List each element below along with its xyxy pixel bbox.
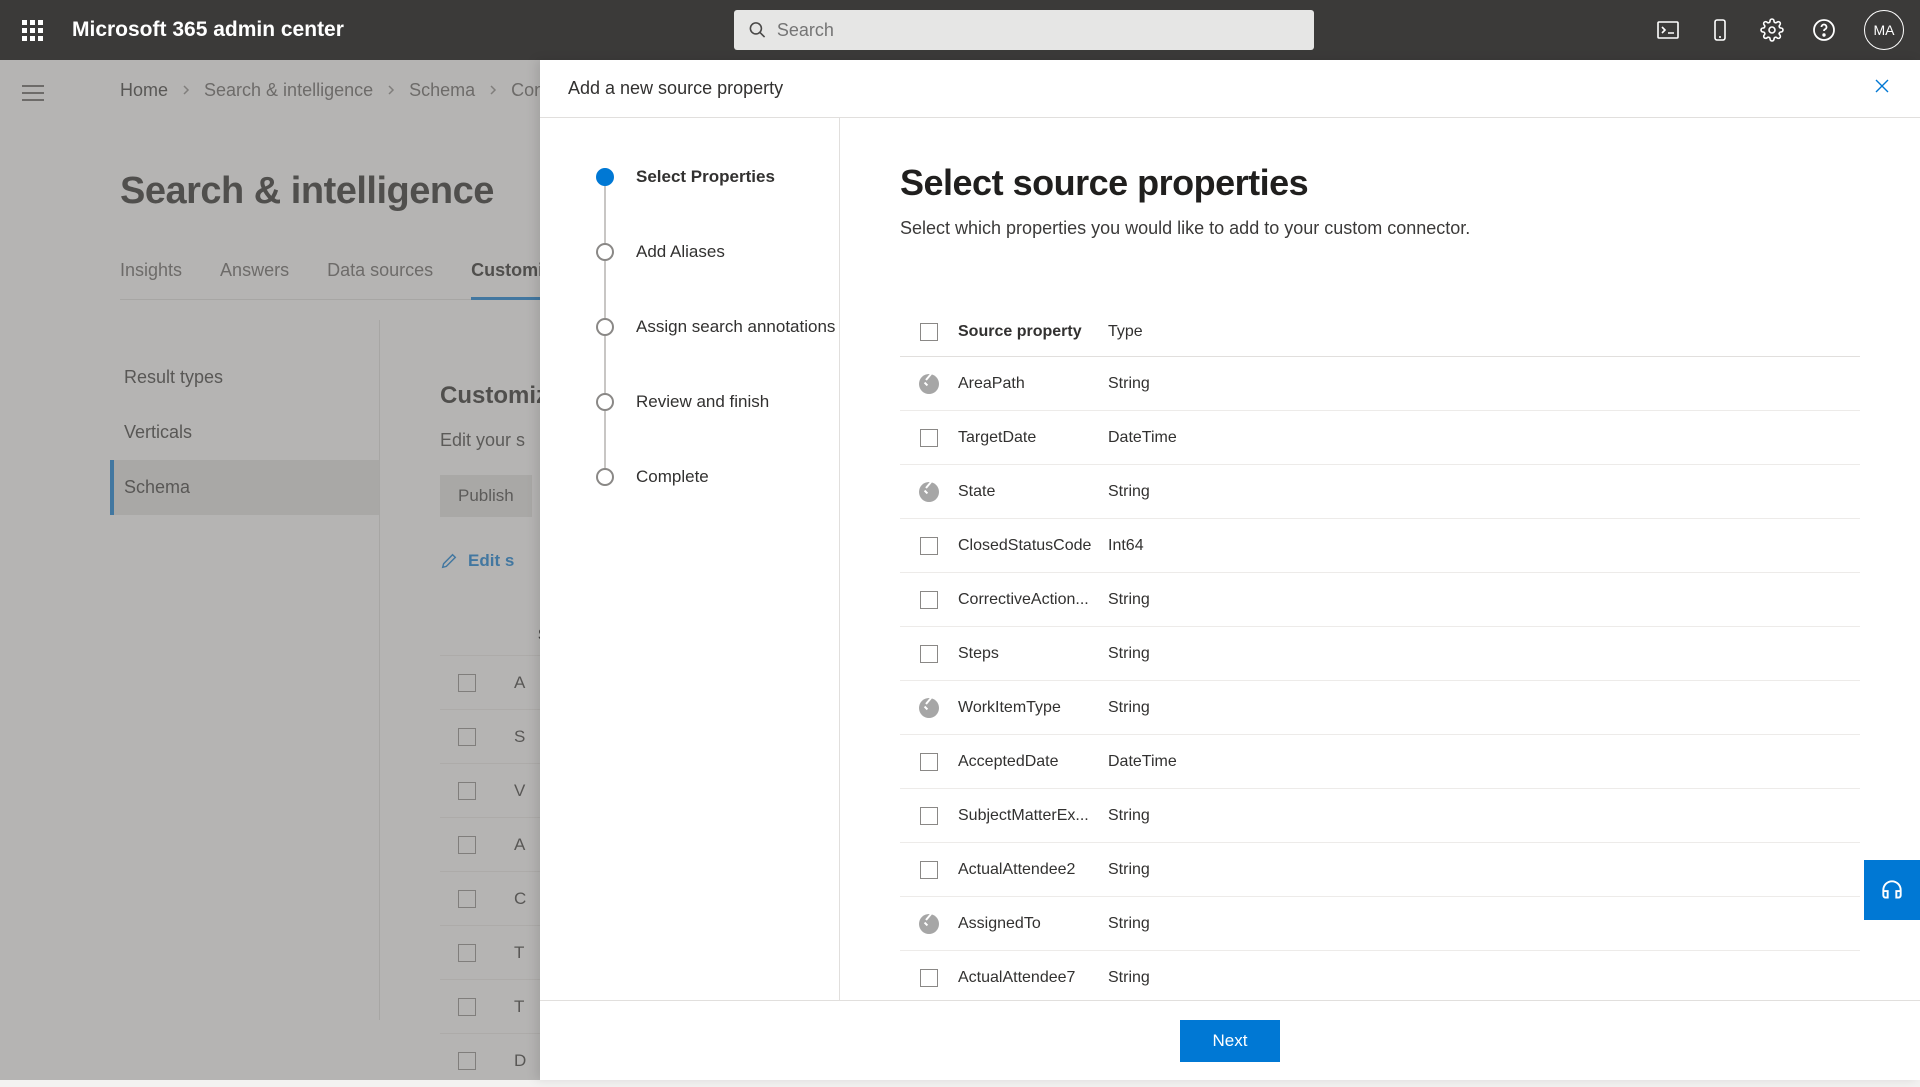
row-checkbox[interactable] (920, 429, 938, 447)
step-dot-icon (596, 243, 614, 261)
next-button[interactable]: Next (1180, 1020, 1280, 1062)
property-type: String (1108, 969, 1150, 987)
property-name: Steps (958, 645, 1108, 663)
property-name: State (958, 483, 1108, 501)
content-title: Select source properties (900, 162, 1860, 204)
property-name: ClosedStatusCode (958, 537, 1108, 555)
flyout-content: Select source properties Select which pr… (840, 118, 1920, 1000)
row-checkbox[interactable] (920, 807, 938, 825)
shell-prompt-icon[interactable] (1656, 18, 1680, 42)
property-row: ActualAttendee2String (900, 843, 1860, 897)
search-icon (748, 20, 767, 40)
flyout-footer: Next (540, 1000, 1920, 1080)
row-checkbox[interactable] (920, 537, 938, 555)
property-name: AssignedTo (958, 915, 1108, 933)
checkmark-locked-icon (919, 482, 939, 502)
step-dot-icon (596, 393, 614, 411)
help-icon[interactable] (1812, 18, 1836, 42)
property-name: CorrectiveAction... (958, 591, 1108, 609)
property-type: String (1108, 645, 1150, 663)
property-name: SubjectMatterEx... (958, 807, 1108, 825)
property-name: ActualAttendee7 (958, 969, 1108, 987)
property-type: String (1108, 591, 1150, 609)
step-label: Review and finish (636, 392, 769, 412)
property-type: DateTime (1108, 429, 1177, 447)
property-row: ClosedStatusCodeInt64 (900, 519, 1860, 573)
row-checkbox[interactable] (920, 591, 938, 609)
flyout-header: Add a new source property (540, 60, 1920, 118)
checkmark-locked-icon (919, 698, 939, 718)
search-box[interactable] (734, 10, 1314, 50)
property-type: String (1108, 807, 1150, 825)
close-icon (1872, 76, 1892, 96)
row-checkbox[interactable] (920, 753, 938, 771)
property-row: AreaPathString (900, 357, 1860, 411)
property-name: TargetDate (958, 429, 1108, 447)
headset-icon (1879, 877, 1905, 903)
step-item[interactable]: Select Properties (596, 168, 839, 243)
step-item[interactable]: Add Aliases (596, 243, 839, 318)
column-header-type: Type (1108, 323, 1143, 341)
column-header-source-property: Source property (958, 323, 1108, 341)
stepper: Select Properties Add Aliases Assign searc… (540, 118, 840, 1000)
property-type: DateTime (1108, 753, 1177, 771)
app-launcher-icon[interactable] (16, 14, 48, 46)
page-body: Home Search & intelligence Schema Conn… … (0, 60, 1920, 1080)
row-checkbox[interactable] (920, 861, 938, 879)
step-label: Assign search annotations (636, 317, 835, 337)
property-row: TargetDateDateTime (900, 411, 1860, 465)
property-table: Source property Type AreaPathStringTarge… (900, 307, 1860, 1000)
step-label: Select Properties (636, 167, 775, 187)
property-row: SubjectMatterEx...String (900, 789, 1860, 843)
property-type: String (1108, 375, 1150, 393)
table-header-row: Source property Type (900, 307, 1860, 357)
step-label: Complete (636, 467, 709, 487)
step-dot-icon (596, 168, 614, 186)
avatar[interactable]: MA (1864, 10, 1904, 50)
close-button[interactable] (1872, 76, 1892, 101)
property-type: Int64 (1108, 537, 1144, 555)
select-all-checkbox[interactable] (920, 323, 938, 341)
flyout-body: Select Properties Add Aliases Assign searc… (540, 118, 1920, 1000)
step-dot-icon (596, 318, 614, 336)
property-row: WorkItemTypeString (900, 681, 1860, 735)
property-name: ActualAttendee2 (958, 861, 1108, 879)
step-item[interactable]: Review and finish (596, 393, 839, 468)
mobile-icon[interactable] (1708, 18, 1732, 42)
content-subtitle: Select which properties you would like t… (900, 218, 1860, 239)
checkmark-locked-icon (919, 374, 939, 394)
checkmark-locked-icon (919, 914, 939, 934)
property-type: String (1108, 699, 1150, 717)
step-item[interactable]: Complete (596, 468, 839, 487)
step-label: Add Aliases (636, 242, 725, 262)
search-input[interactable] (777, 20, 1300, 41)
property-type: String (1108, 483, 1150, 501)
property-row: AssignedToString (900, 897, 1860, 951)
top-bar: Microsoft 365 admin center MA (0, 0, 1920, 60)
gear-icon[interactable] (1760, 18, 1784, 42)
step-item[interactable]: Assign search annotations (596, 318, 839, 393)
property-name: WorkItemType (958, 699, 1108, 717)
property-row: StepsString (900, 627, 1860, 681)
app-title: Microsoft 365 admin center (72, 18, 344, 42)
feedback-button[interactable] (1864, 860, 1920, 920)
flyout-title: Add a new source property (568, 78, 783, 99)
property-type: String (1108, 861, 1150, 879)
property-type: String (1108, 915, 1150, 933)
property-row: ActualAttendee7String (900, 951, 1860, 1000)
property-name: AreaPath (958, 375, 1108, 393)
property-name: AcceptedDate (958, 753, 1108, 771)
property-row: StateString (900, 465, 1860, 519)
property-row: CorrectiveAction...String (900, 573, 1860, 627)
step-dot-icon (596, 468, 614, 486)
flyout-panel: Add a new source property Select Propert… (540, 60, 1920, 1080)
property-row: AcceptedDateDateTime (900, 735, 1860, 789)
row-checkbox[interactable] (920, 969, 938, 987)
row-checkbox[interactable] (920, 645, 938, 663)
